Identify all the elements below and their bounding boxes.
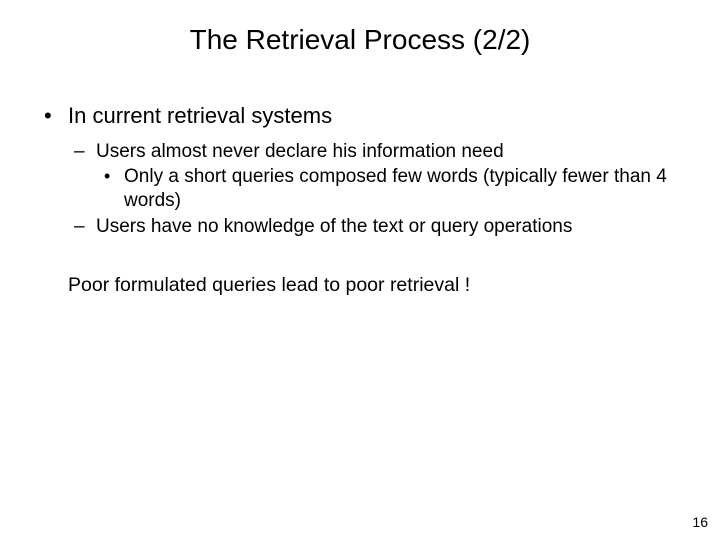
- bullet-lvl2: Users almost never declare his informati…: [68, 140, 686, 213]
- page-number: 16: [692, 514, 708, 530]
- bullet-text: Users have no knowledge of the text or q…: [96, 216, 572, 237]
- bullet-lvl2: Users have no knowledge of the text or q…: [68, 215, 686, 239]
- bullet-lvl1: In current retrieval systems Users almos…: [34, 102, 686, 239]
- bullet-text: Users almost never declare his informati…: [96, 141, 504, 162]
- bullet-text: In current retrieval systems: [68, 103, 332, 128]
- bullet-lvl3: Only a short queries composed few words …: [96, 165, 686, 213]
- conclusion-text: Poor formulated queries lead to poor ret…: [34, 273, 686, 297]
- bullet-text: Only a short queries composed few words …: [124, 166, 667, 211]
- slide-body: In current retrieval systems Users almos…: [0, 56, 720, 297]
- slide-title: The Retrieval Process (2/2): [0, 0, 720, 56]
- slide: The Retrieval Process (2/2) In current r…: [0, 0, 720, 540]
